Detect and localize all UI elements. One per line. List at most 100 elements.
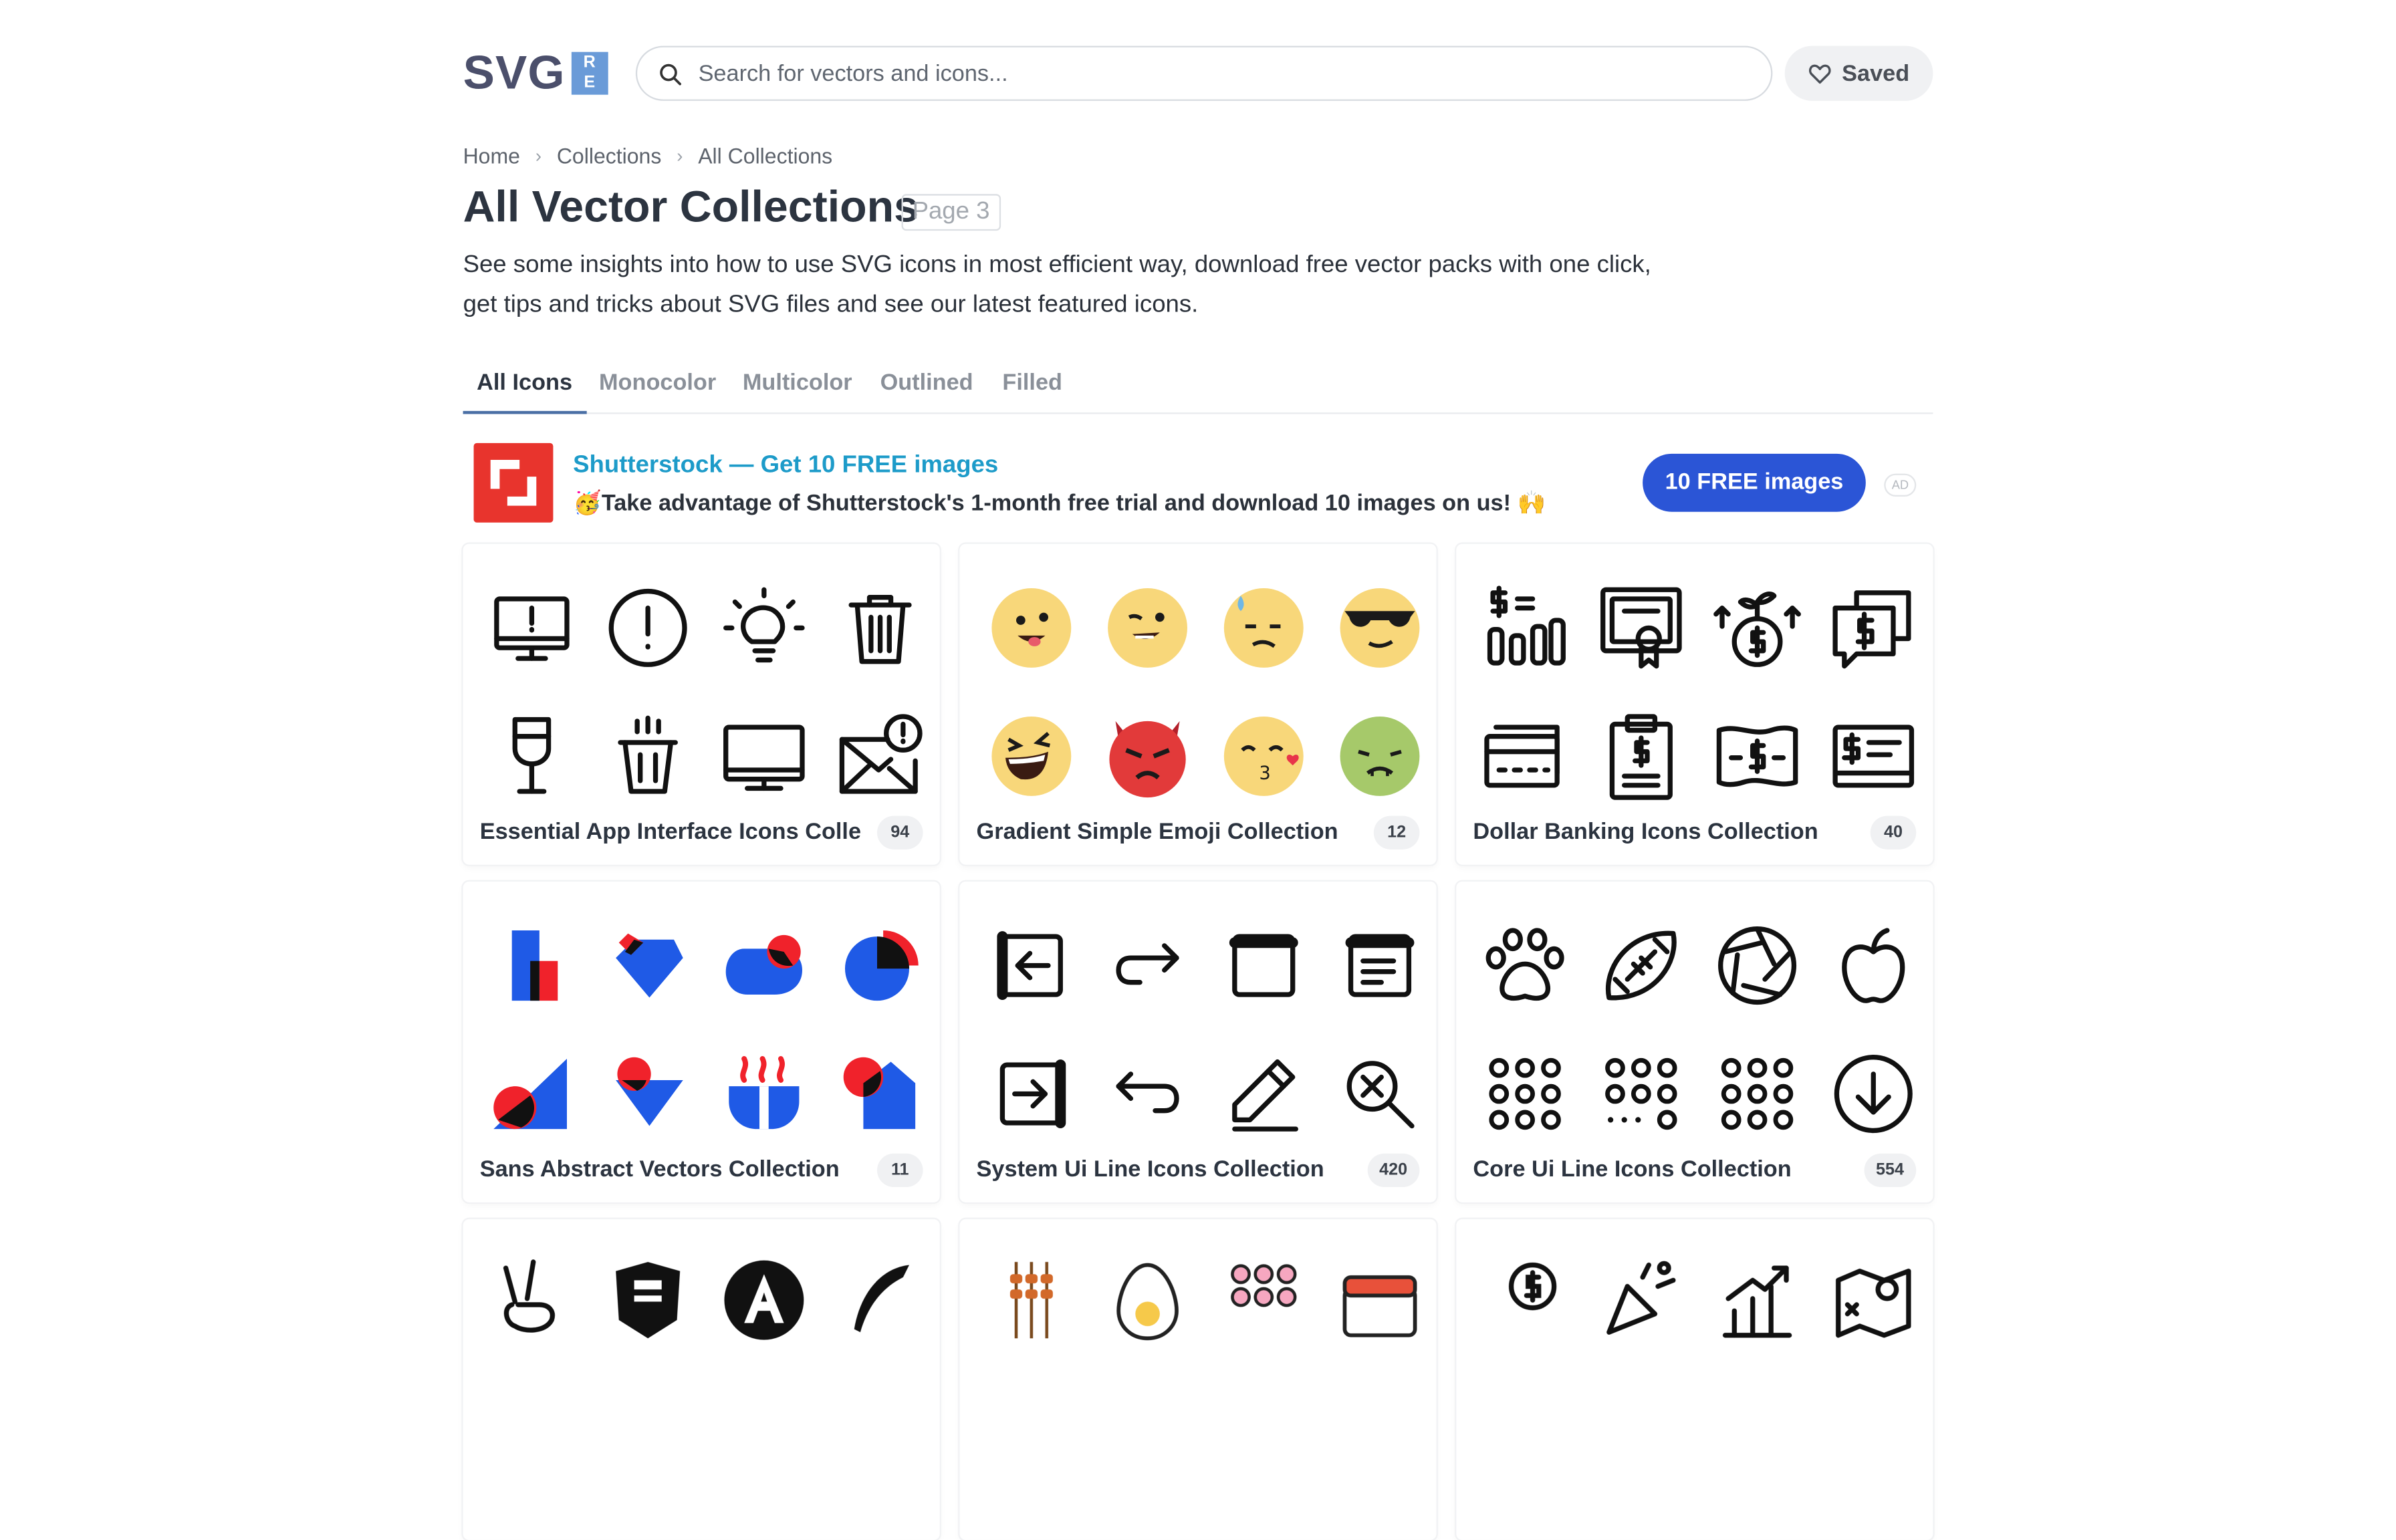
collection-title[interactable]: Core Ui Line Icons Collection: [1473, 1156, 1854, 1182]
tab-all-icons[interactable]: All Icons: [463, 370, 586, 414]
arrow-undo-icon: [1116, 1071, 1179, 1114]
svg-text:3: 3: [1259, 763, 1270, 784]
collection-card[interactable]: [1456, 1218, 1933, 1540]
tab-monocolor[interactable]: Monocolor: [599, 370, 716, 414]
wink-emoji-icon: [1108, 588, 1187, 668]
icon-preview-grid: [475, 559, 928, 819]
collection-card[interactable]: Sans Abstract Vectors Collection 11: [463, 881, 940, 1202]
sushi-icon: [1342, 1275, 1417, 1337]
icon-preview-grid: [1469, 897, 1921, 1157]
trash-bin-icon: [618, 715, 678, 794]
svgrepo-logo[interactable]: SVG REPO: [463, 45, 610, 132]
breadcrumb: Home › Collections › All Collections: [463, 142, 833, 170]
collection-title[interactable]: Sans Abstract Vectors Collection: [480, 1156, 862, 1182]
logo-text: SVG: [463, 45, 566, 100]
abstract-pie-icon: [844, 930, 919, 1001]
mail-alert-icon: [839, 714, 923, 794]
collection-card[interactable]: Core Ui Line Icons Collection 554: [1456, 881, 1933, 1202]
breadcrumb-all-collections[interactable]: All Collections: [698, 144, 832, 168]
search-icon: [660, 63, 681, 86]
collection-card[interactable]: 3 Gradient Simple Emoji Collection 12: [959, 543, 1437, 865]
header: SVG REPO Saved: [463, 43, 1933, 132]
celebrate-icon: [1606, 1261, 1676, 1335]
trash-icon: [848, 595, 912, 664]
devil-emoji-icon: [1109, 721, 1186, 798]
wine-glass-icon: [512, 717, 552, 794]
saved-label: Saved: [1842, 60, 1910, 87]
abstract-triangle-icon: [493, 1058, 567, 1130]
arrow-right-box-icon: [999, 1059, 1066, 1128]
monitor-alert-icon: [494, 596, 570, 661]
exclamation-circle-icon: [608, 588, 687, 667]
ad-title[interactable]: Shutterstock — Get 10 FREE images: [573, 453, 998, 480]
logo-badge: REPO: [571, 51, 608, 132]
paw-icon: [1485, 928, 1564, 1001]
laughing-emoji-icon: [991, 716, 1072, 796]
logo-badge-text: REPO: [582, 53, 597, 132]
certificate-icon: [1600, 587, 1682, 669]
coins-icon: [1508, 1262, 1557, 1311]
window-icon: [1229, 934, 1298, 997]
apple-icon: [1842, 928, 1905, 1003]
credit-card-icon: [1484, 725, 1560, 788]
icon-preview-grid: [972, 1235, 1425, 1495]
tab-filled[interactable]: Filled: [1002, 370, 1062, 414]
ad-cta-button[interactable]: 10 FREE images: [1643, 453, 1866, 512]
collection-count-badge: 12: [1373, 815, 1420, 850]
collection-card[interactable]: Essential App Interface Icons Collection…: [463, 543, 940, 865]
breadcrumb-home[interactable]: Home: [463, 144, 520, 168]
abstract-rect-icon: [511, 930, 558, 1001]
ad-banner[interactable]: Shutterstock — Get 10 FREE images 🥳Take …: [463, 437, 1933, 532]
collection-title[interactable]: System Ui Line Icons Collection: [977, 1156, 1358, 1182]
icon-preview-grid: [1469, 1235, 1921, 1495]
sweat-emoji-icon: [1223, 588, 1304, 668]
icon-preview-grid: [475, 897, 928, 1157]
pencil-icon: [1232, 1059, 1298, 1132]
abstract-bowl-icon: [729, 1055, 800, 1130]
banknote-icon: [1716, 725, 1798, 787]
quill-icon: [854, 1265, 909, 1333]
tab-outlined[interactable]: Outlined: [880, 370, 973, 414]
collection-count-badge: 554: [1863, 1153, 1917, 1187]
tab-multicolor[interactable]: Multicolor: [743, 370, 852, 414]
collection-title[interactable]: Essential App Interface Icons Collection: [480, 819, 862, 845]
page-title: All Vector Collections: [463, 183, 919, 233]
collection-title[interactable]: Dollar Banking Icons Collection: [1473, 819, 1854, 845]
money-plant-icon: [1713, 592, 1801, 667]
dollar-clipboard-icon: [1609, 714, 1673, 800]
saved-button[interactable]: Saved: [1784, 45, 1933, 101]
page-number-badge: Page 3: [901, 194, 1001, 231]
collection-card[interactable]: [463, 1218, 940, 1540]
dots-grid-circle-icon: [1721, 1057, 1794, 1130]
icon-preview-grid: [1469, 559, 1921, 819]
form-badge-icon: [616, 1261, 681, 1339]
collection-count-badge: 11: [876, 1153, 923, 1187]
collection-card[interactable]: [959, 1218, 1437, 1540]
aperture-icon: [1718, 926, 1797, 1005]
collection-title[interactable]: Gradient Simple Emoji Collection: [977, 819, 1358, 845]
icon-preview-grid: [972, 897, 1425, 1157]
desktop-icon: [723, 725, 805, 791]
abstract-blob-icon: [725, 934, 802, 995]
search-input[interactable]: [698, 55, 1738, 92]
arrow-left-box-icon: [997, 931, 1063, 1000]
dots-pink-icon: [1231, 1264, 1297, 1307]
ad-tag: AD: [1884, 473, 1917, 497]
collection-card[interactable]: System Ui Line Icons Collection 420: [959, 881, 1437, 1202]
search-bar[interactable]: [635, 45, 1773, 101]
abstract-diamond-icon: [616, 933, 683, 998]
heart-icon: [1809, 64, 1832, 84]
collection-count-badge: 40: [1870, 815, 1917, 850]
breadcrumb-collections[interactable]: Collections: [557, 144, 662, 168]
angular-icon: [724, 1260, 804, 1340]
collection-card[interactable]: Dollar Banking Icons Collection 40: [1456, 543, 1933, 865]
map-location-icon: [1836, 1269, 1911, 1338]
chevron-right-icon: ›: [535, 145, 542, 167]
search-x-icon: [1346, 1061, 1415, 1129]
icon-preview-grid: 3: [972, 559, 1425, 819]
kebab-skewers-icon: [1009, 1261, 1053, 1339]
abstract-house-icon: [843, 1057, 916, 1130]
dots-grid-icon: [1489, 1057, 1561, 1130]
dots-grid-partial-icon: [1605, 1057, 1677, 1130]
tongue-emoji-icon: [991, 588, 1072, 668]
